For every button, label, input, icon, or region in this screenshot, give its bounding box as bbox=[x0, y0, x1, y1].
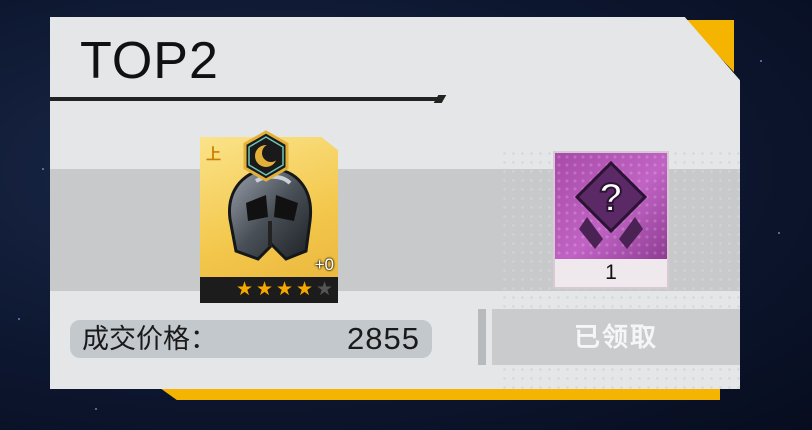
question-mark-icon: ? bbox=[574, 160, 648, 249]
background-star bbox=[778, 232, 780, 234]
item-count: 1 bbox=[605, 261, 617, 284]
background-star bbox=[760, 60, 762, 62]
star-icon: ★ bbox=[276, 279, 294, 300]
item-frame: ? bbox=[555, 153, 667, 259]
star-icon: ★ bbox=[256, 279, 274, 300]
reward-item-mystery[interactable]: ? 1 bbox=[553, 151, 669, 289]
claim-button-label: 已领取 bbox=[573, 322, 658, 352]
reward-card: TOP2 上 +0 ★ ★ ★ ★ ★ ? 1 成交价格： 2855 已领取 bbox=[50, 17, 740, 389]
gold-accent-bottom bbox=[160, 388, 720, 400]
background-star bbox=[42, 168, 44, 170]
background-star bbox=[18, 318, 20, 320]
background-star bbox=[95, 408, 97, 410]
star-icon: ★ bbox=[236, 279, 254, 300]
claim-button-edge bbox=[478, 309, 486, 365]
title-underline bbox=[50, 97, 438, 101]
svg-text:?: ? bbox=[599, 176, 623, 220]
star-icon: ★ bbox=[296, 279, 314, 300]
crescent-moon-icon bbox=[243, 130, 289, 182]
star-icon: ★ bbox=[316, 279, 334, 300]
claim-button[interactable]: 已领取 bbox=[492, 309, 740, 365]
item-level: +0 bbox=[314, 255, 334, 274]
price-value: 2855 bbox=[347, 321, 420, 356]
price-box: 成交价格： 2855 bbox=[70, 320, 432, 358]
rank-title: TOP2 bbox=[80, 32, 219, 90]
price-label: 成交价格： bbox=[82, 324, 217, 354]
star-rating: ★ ★ ★ ★ ★ bbox=[200, 277, 338, 303]
